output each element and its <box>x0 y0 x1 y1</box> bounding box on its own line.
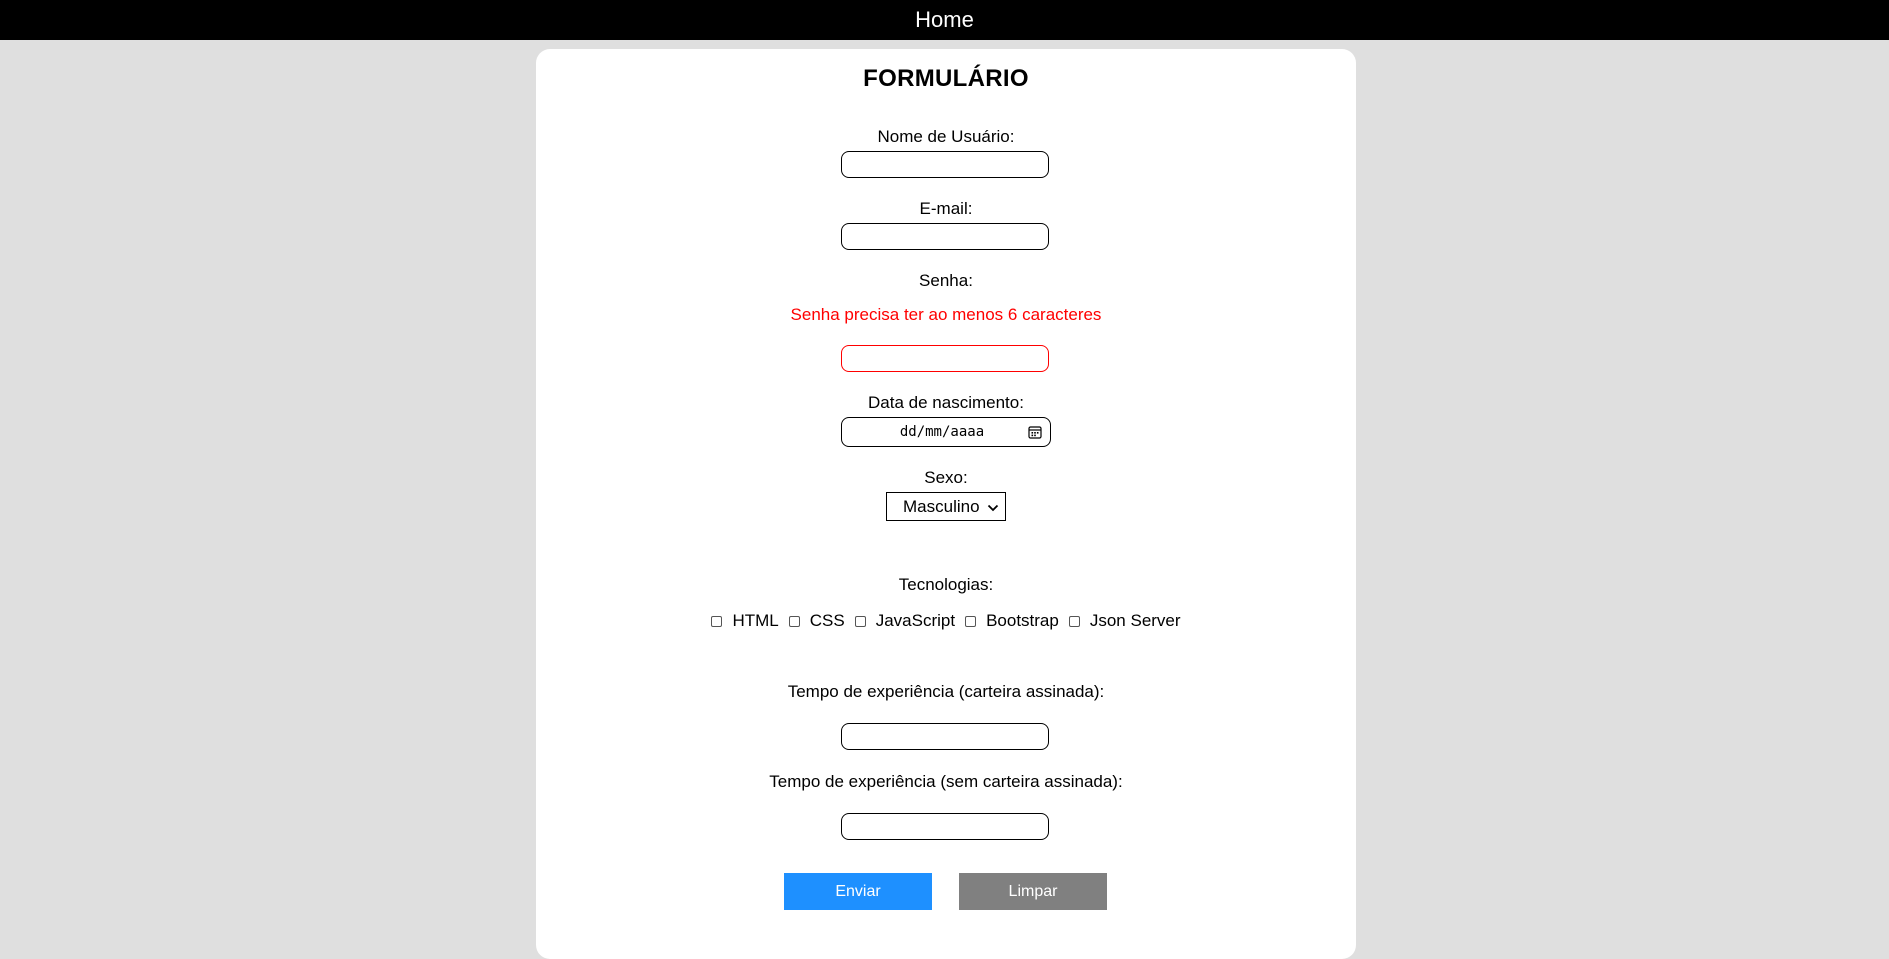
tech-checkbox-json-server[interactable]: Json Server <box>1068 611 1181 631</box>
checkbox[interactable] <box>788 615 800 627</box>
password-input[interactable] <box>841 345 1049 372</box>
email-input[interactable] <box>841 223 1049 250</box>
checkbox[interactable] <box>965 615 977 627</box>
form-title: FORMULÁRIO <box>863 65 1029 92</box>
tech-checkbox-javascript[interactable]: JavaScript <box>854 611 956 631</box>
tech-checkbox-label: HTML <box>732 611 779 630</box>
username-input[interactable] <box>841 151 1049 178</box>
checkbox[interactable] <box>854 615 866 627</box>
birthdate-label: Data de nascimento: <box>868 393 1024 412</box>
calendar-icon[interactable] <box>1024 421 1046 443</box>
sex-select[interactable]: Masculino <box>886 492 1006 521</box>
sex-select-value: Masculino <box>903 496 980 516</box>
submit-button[interactable]: Enviar <box>784 873 932 910</box>
password-error-message: Senha precisa ter ao menos 6 caracteres <box>790 305 1102 324</box>
exp-unsigned-label: Tempo de experiência (sem carteira assin… <box>769 772 1123 791</box>
top-navbar: Home <box>0 0 1889 40</box>
exp-signed-input[interactable] <box>841 723 1049 750</box>
birthdate-placeholder: dd/mm/aaaa <box>899 424 985 440</box>
tech-checkbox-label: Json Server <box>1089 611 1181 630</box>
form-card: FORMULÁRIO Nome de Usuário: E-mail: Senh… <box>536 49 1356 959</box>
reset-button[interactable]: Limpar <box>959 873 1107 910</box>
password-label: Senha: <box>919 271 973 290</box>
technologies-label: Tecnologias: <box>898 575 994 594</box>
tech-checkbox-label: CSS <box>809 611 845 630</box>
home-link[interactable]: Home <box>915 7 974 33</box>
checkbox[interactable] <box>711 615 723 627</box>
tech-checkbox-css[interactable]: CSS <box>788 611 845 631</box>
sex-label: Sexo: <box>924 468 968 487</box>
tech-checkbox-html[interactable]: HTML <box>711 611 779 631</box>
technologies-checkbox-group: HTML CSS JavaScript Bootstrap Json Serve… <box>536 611 1356 631</box>
birthdate-input[interactable]: dd/mm/aaaa <box>841 417 1051 447</box>
chevron-down-icon <box>987 497 999 517</box>
tech-checkbox-label: JavaScript <box>875 611 956 630</box>
email-label: E-mail: <box>919 199 973 218</box>
checkbox[interactable] <box>1068 615 1080 627</box>
tech-checkbox-bootstrap[interactable]: Bootstrap <box>965 611 1059 631</box>
exp-signed-label: Tempo de experiência (carteira assinada)… <box>787 682 1105 701</box>
username-label: Nome de Usuário: <box>877 127 1015 146</box>
tech-checkbox-label: Bootstrap <box>986 611 1059 630</box>
exp-unsigned-input[interactable] <box>841 813 1049 840</box>
